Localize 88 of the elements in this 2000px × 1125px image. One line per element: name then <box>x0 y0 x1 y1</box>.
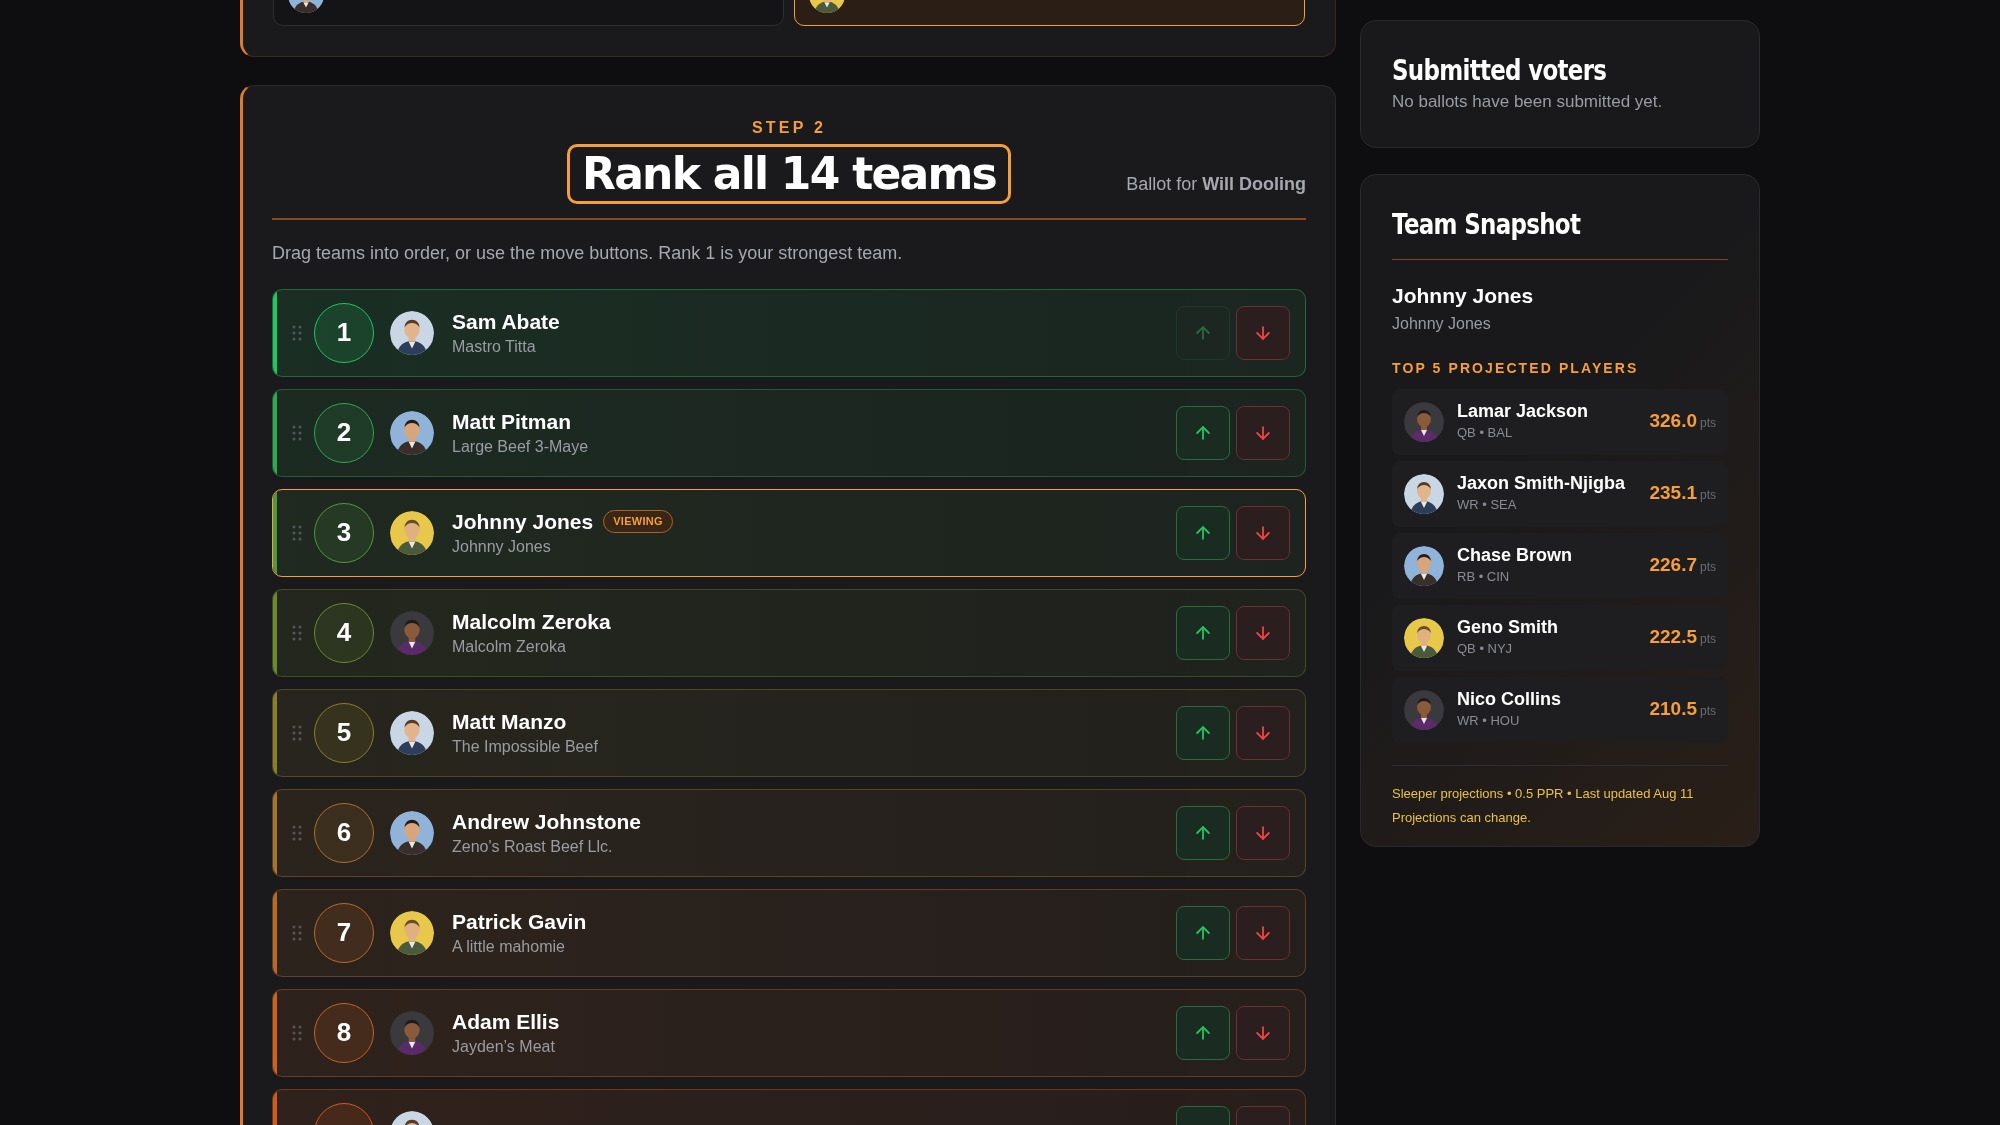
player-name: Geno Smith <box>1457 616 1558 640</box>
section-title: Team Snapshot <box>1392 207 1582 243</box>
move-up-button[interactable] <box>1176 605 1230 660</box>
team-owner-name: Patrick Gavin <box>452 908 587 935</box>
team-row[interactable]: 6 Andrew Johnstone Zeno's Roast Beef Llc. <box>272 788 1306 877</box>
drag-handle-icon[interactable] <box>292 424 302 441</box>
drag-handle-icon[interactable] <box>292 724 302 741</box>
move-up-button[interactable] <box>1176 805 1230 860</box>
team-name: The Impossible Beef <box>452 736 598 757</box>
move-down-button[interactable] <box>1236 905 1290 960</box>
points-unit: pts <box>1700 415 1716 433</box>
snapshot-team: Johnny Jones <box>1392 313 1492 334</box>
player-name: Chase Brown <box>1457 544 1573 568</box>
team-name: Jayden’s Meat <box>452 1036 556 1057</box>
points-unit: pts <box>1700 559 1716 577</box>
move-down-button[interactable] <box>1236 505 1290 560</box>
snapshot-owner: Johnny Jones <box>1392 283 1535 309</box>
step-label: STEP 2 <box>751 118 826 138</box>
team-name: A little mahomie <box>452 936 566 957</box>
points-unit: pts <box>1700 631 1716 649</box>
team-row[interactable]: 1 Sam Abate Mastro Titta <box>272 288 1306 377</box>
team-row[interactable]: 7 Patrick Gavin A little mahomie <box>272 888 1306 977</box>
team-name: Zeno's Roast Beef Llc. <box>452 836 614 857</box>
rank-number: 5 <box>314 702 374 763</box>
player-position: WR • HOU <box>1457 712 1521 731</box>
projected-points: 210.5 <box>1649 697 1697 722</box>
player-position: RB • CIN <box>1457 568 1511 587</box>
move-up-button[interactable] <box>1176 905 1230 960</box>
move-up-button[interactable] <box>1176 1005 1230 1060</box>
team-name: Mastro Titta <box>452 336 537 357</box>
move-up-button[interactable] <box>1176 405 1230 460</box>
empty-message: No ballots have been submitted yet. <box>1392 91 1664 113</box>
team-name: Large Beef 3-Maye <box>452 436 589 457</box>
rank-number: 4 <box>314 602 374 663</box>
projected-points: 222.5 <box>1649 625 1697 650</box>
rank-number: 2 <box>314 402 374 463</box>
move-down-button[interactable] <box>1236 1005 1290 1060</box>
projected-points: 326.0 <box>1649 409 1697 434</box>
projection-source-note: Sleeper projections • 0.5 PPR • Last updated Aug 11 <box>1392 784 1695 803</box>
rank-number: 1 <box>314 302 374 363</box>
player-name: Lamar Jackson <box>1457 400 1589 424</box>
team-row[interactable]: 8 Adam Ellis Jayden’s Meat <box>272 988 1306 1077</box>
team-name: Malcolm Zeroka <box>452 636 567 657</box>
team-owner-name: Matt Pitman <box>452 408 571 435</box>
player-position: WR • SEA <box>1457 496 1518 515</box>
drag-handle-icon[interactable] <box>292 524 302 541</box>
move-down-button[interactable] <box>1236 705 1290 760</box>
team-owner-name: Sam Abate <box>452 308 560 335</box>
team-owner-name: Johnny Jones <box>452 508 594 535</box>
points-unit: pts <box>1700 487 1716 505</box>
move-up-button[interactable] <box>1176 705 1230 760</box>
drag-handle-icon[interactable] <box>292 924 302 941</box>
team-row[interactable]: 3 Johnny Jones VIEWING Johnny Jones <box>272 488 1306 577</box>
move-down-button[interactable] <box>1236 405 1290 460</box>
move-up-button[interactable] <box>1176 505 1230 560</box>
team-row[interactable]: 4 Malcolm Zeroka Malcolm Zeroka <box>272 588 1306 677</box>
section-title: Submitted voters <box>1392 55 1608 87</box>
page-title: Rank all 14 teams <box>567 144 1011 204</box>
projected-points: 235.1 <box>1649 481 1697 506</box>
team-row[interactable]: 2 Matt Pitman Large Beef 3-Maye <box>272 388 1306 477</box>
projected-points: 226.7 <box>1649 553 1697 578</box>
team-owner-name: Adam Ellis <box>452 1008 560 1035</box>
ballot-owner: Ballot for Will Dooling <box>1126 173 1306 196</box>
team-owner-name: Matt Manzo <box>452 708 567 735</box>
viewing-badge: VIEWING <box>603 510 673 533</box>
rank-number: 7 <box>314 902 374 963</box>
players-heading: TOP 5 PROJECTED PLAYERS <box>1392 358 1640 378</box>
team-owner-name: Andrew Johnstone <box>452 808 641 835</box>
player-name: Jaxon Smith-Njigba <box>1457 472 1626 496</box>
rank-number: 6 <box>314 802 374 863</box>
team-row[interactable]: 5 Matt Manzo The Impossible Beef <box>272 688 1306 777</box>
player-position: QB • NYJ <box>1457 640 1514 659</box>
rank-number: 3 <box>314 502 374 563</box>
instructions: Drag teams into order, or use the move buttons. Rank 1 is your strongest team. <box>272 241 904 265</box>
move-down-button[interactable] <box>1236 805 1290 860</box>
team-name: Johnny Jones <box>452 536 552 557</box>
drag-handle-icon[interactable] <box>292 624 302 641</box>
player-name: Nico Collins <box>1457 688 1561 712</box>
projection-disclaimer: Projections can change. <box>1392 808 1532 827</box>
move-down-button[interactable] <box>1236 605 1290 660</box>
move-down-button[interactable] <box>1236 305 1290 360</box>
points-unit: pts <box>1700 703 1716 721</box>
rank-number: 8 <box>314 1002 374 1063</box>
drag-handle-icon[interactable] <box>292 324 302 341</box>
drag-handle-icon[interactable] <box>292 824 302 841</box>
team-owner-name: Malcolm Zeroka <box>452 608 611 635</box>
player-position: QB • BAL <box>1457 424 1514 443</box>
drag-handle-icon[interactable] <box>292 1024 302 1041</box>
